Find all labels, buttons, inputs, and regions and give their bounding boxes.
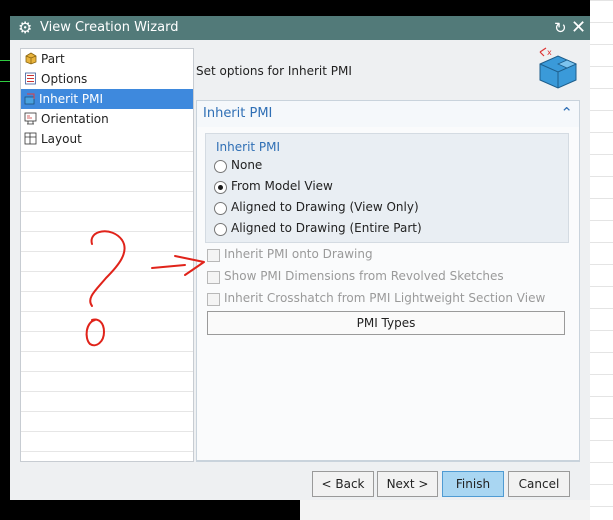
nav-empty-row (21, 311, 193, 331)
radio-label: None (231, 158, 263, 172)
radio-button[interactable] (214, 202, 227, 215)
nav-item-label: Orientation (41, 112, 109, 126)
nav-empty-row (21, 391, 193, 411)
nav-item-inherit-pmi[interactable]: Inherit PMI (21, 89, 193, 109)
nav-empty-row (21, 231, 193, 251)
radio-label: From Model View (231, 179, 333, 193)
checkbox[interactable] (207, 249, 220, 262)
wizard-nav: Part Options Inherit PMI Orientation Lay… (20, 48, 194, 462)
nav-empty-row (21, 411, 193, 431)
nav-item-label: Inherit PMI (39, 92, 104, 106)
layout-icon (24, 132, 37, 145)
inherit-pmi-panel: Inherit PMI ⌃ Inherit PMI None From Mode… (196, 100, 580, 462)
nav-empty-row (21, 451, 193, 461)
radio-from-model-view[interactable]: From Model View (214, 179, 564, 197)
nav-empty-row (21, 171, 193, 191)
nav-item-orientation[interactable]: Orientation (21, 109, 193, 129)
nav-empty-row (21, 151, 193, 171)
close-icon[interactable]: ✕ (571, 17, 586, 38)
reset-icon[interactable]: ↻ (554, 19, 567, 37)
back-button[interactable]: < Back (312, 471, 374, 497)
panel-title: Inherit PMI (203, 106, 273, 121)
nav-empty-row (21, 291, 193, 311)
group-title: Inherit PMI (216, 140, 281, 154)
nav-empty-row (21, 191, 193, 211)
nav-empty-row (21, 211, 193, 231)
cube-icon (25, 52, 37, 65)
nav-empty-row (21, 431, 193, 451)
inherit-pmi-group: Inherit PMI None From Model View Aligned… (205, 133, 569, 243)
nav-item-label: Options (41, 72, 88, 86)
window-title: View Creation Wizard (40, 20, 179, 35)
checkbox[interactable] (207, 293, 220, 306)
orientation-icon (24, 112, 37, 125)
nav-item-layout[interactable]: Layout (21, 129, 193, 149)
step-description: Set options for Inherit PMI (196, 64, 352, 78)
radio-aligned-entire-part[interactable]: Aligned to Drawing (Entire Part) (214, 221, 564, 239)
nav-empty-row (21, 251, 193, 271)
chevron-up-icon[interactable]: ⌃ (560, 104, 573, 122)
radio-button[interactable] (214, 160, 227, 173)
radio-aligned-view-only[interactable]: Aligned to Drawing (View Only) (214, 200, 564, 218)
cancel-button[interactable]: Cancel (508, 471, 570, 497)
checkbox[interactable] (207, 271, 220, 284)
pmi-icon (24, 93, 35, 105)
footer-divider (196, 460, 580, 461)
title-bar: ⚙ View Creation Wizard ↻ ✕ (10, 16, 590, 40)
radio-label: Aligned to Drawing (Entire Part) (231, 221, 422, 235)
nav-item-part[interactable]: Part (21, 49, 193, 69)
checkbox-label: Inherit PMI onto Drawing (224, 247, 373, 261)
view-wizard-icon: x (539, 47, 577, 89)
nav-empty-row (21, 351, 193, 371)
background-grid (590, 0, 613, 520)
nav-empty-row (21, 271, 193, 291)
wizard-dialog: Part Options Inherit PMI Orientation Lay… (10, 40, 590, 500)
finish-button[interactable]: Finish (442, 471, 504, 497)
svg-text:x: x (547, 48, 552, 57)
nav-item-label: Part (41, 52, 65, 66)
radio-none[interactable]: None (214, 158, 564, 176)
panel-header[interactable]: Inherit PMI ⌃ (197, 101, 579, 127)
nav-empty-row (21, 331, 193, 351)
checkbox-inherit-crosshatch[interactable]: Inherit Crosshatch from PMI Lightweight … (207, 291, 567, 309)
checkbox-inherit-pmi-onto-drawing[interactable]: Inherit PMI onto Drawing (207, 247, 567, 265)
nav-item-options[interactable]: Options (21, 69, 193, 89)
radio-button[interactable] (214, 181, 227, 194)
nav-item-label: Layout (41, 132, 82, 146)
radio-button[interactable] (214, 223, 227, 236)
checkbox-label: Inherit Crosshatch from PMI Lightweight … (224, 291, 546, 305)
next-button[interactable]: Next > (377, 471, 438, 497)
checkbox-label: Show PMI Dimensions from Revolved Sketch… (224, 269, 504, 283)
checkbox-show-pmi-dimensions[interactable]: Show PMI Dimensions from Revolved Sketch… (207, 269, 567, 287)
radio-label: Aligned to Drawing (View Only) (231, 200, 419, 214)
options-icon (25, 72, 36, 85)
gear-icon[interactable]: ⚙ (18, 19, 32, 37)
background-bottom-strip (300, 500, 590, 520)
nav-empty-row (21, 371, 193, 391)
pmi-types-button[interactable]: PMI Types (207, 311, 565, 335)
